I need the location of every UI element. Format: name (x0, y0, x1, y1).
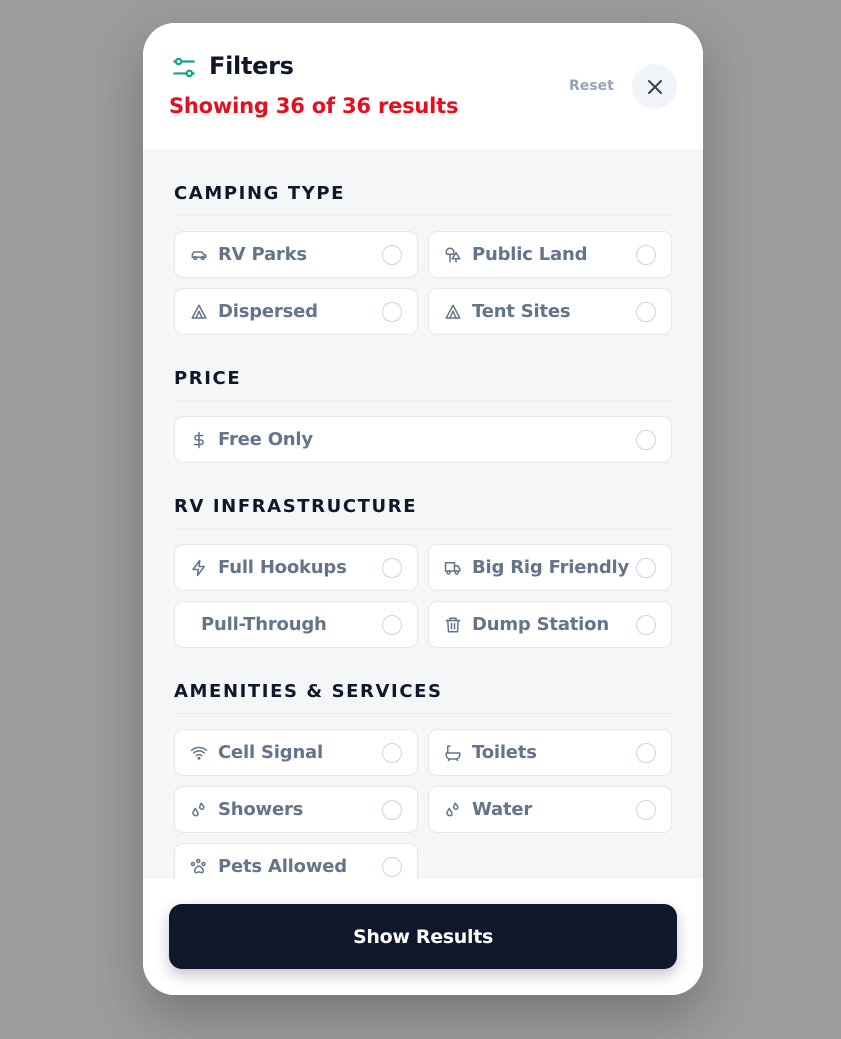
radio-button[interactable] (382, 245, 402, 265)
results-count: Showing 36 of 36 results (169, 94, 459, 118)
option-showers[interactable]: Showers (174, 786, 418, 833)
modal-header: Filters Showing 36 of 36 results Reset (143, 23, 703, 149)
section-title-price: PRICE (174, 368, 242, 389)
trash-icon (444, 616, 462, 634)
option-label: Big Rig Friendly (472, 557, 630, 578)
radio-button[interactable] (636, 302, 656, 322)
droplets-icon (190, 801, 208, 819)
option-label: Tent Sites (472, 301, 571, 322)
radio-button[interactable] (636, 558, 656, 578)
option-label: Pets Allowed (218, 856, 347, 877)
close-button[interactable] (632, 64, 677, 109)
option-free-only[interactable]: Free Only (174, 416, 672, 463)
option-label: Free Only (218, 429, 313, 450)
radio-button[interactable] (382, 558, 402, 578)
tent-icon (444, 303, 462, 321)
radio-button[interactable] (382, 302, 402, 322)
option-cell-signal[interactable]: Cell Signal (174, 729, 418, 776)
modal-footer: Show Results (143, 879, 703, 995)
filters-modal: Filters Showing 36 of 36 results Reset C… (143, 23, 703, 995)
car-icon (190, 246, 208, 264)
option-big-rig-friendly[interactable]: Big Rig Friendly (428, 544, 672, 591)
tent-icon (190, 303, 208, 321)
option-label: RV Parks (218, 244, 307, 265)
lightning-icon (190, 559, 208, 577)
option-label: Cell Signal (218, 742, 323, 763)
radio-button[interactable] (382, 743, 402, 763)
section-title-rv-infrastructure: RV INFRASTRUCTURE (174, 496, 418, 517)
section-title-camping-type: CAMPING TYPE (174, 183, 346, 204)
divider (174, 400, 672, 401)
wifi-icon (190, 744, 208, 762)
radio-button[interactable] (382, 800, 402, 820)
option-pull-through[interactable]: Pull-Through (174, 601, 418, 648)
dollar-icon (190, 431, 208, 449)
trees-icon (444, 246, 462, 264)
option-label: Pull-Through (201, 614, 327, 635)
paw-icon (190, 858, 208, 876)
divider (174, 215, 672, 216)
option-label: Dispersed (218, 301, 318, 322)
radio-button[interactable] (636, 615, 656, 635)
reset-button[interactable]: Reset (569, 78, 614, 94)
option-label: Full Hookups (218, 557, 347, 578)
close-icon (646, 78, 664, 96)
radio-button[interactable] (636, 800, 656, 820)
truck-icon (444, 559, 462, 577)
filters-body[interactable]: CAMPING TYPE RV Parks Public Land Disper… (143, 149, 703, 879)
radio-button[interactable] (382, 615, 402, 635)
divider (174, 713, 672, 714)
droplets-icon (444, 801, 462, 819)
option-dispersed[interactable]: Dispersed (174, 288, 418, 335)
option-label: Public Land (472, 244, 588, 265)
radio-button[interactable] (636, 245, 656, 265)
option-tent-sites[interactable]: Tent Sites (428, 288, 672, 335)
page-title: Filters (209, 52, 294, 80)
option-water[interactable]: Water (428, 786, 672, 833)
option-label: Toilets (472, 742, 537, 763)
option-rv-parks[interactable]: RV Parks (174, 231, 418, 278)
option-public-land[interactable]: Public Land (428, 231, 672, 278)
option-pets-allowed[interactable]: Pets Allowed (174, 843, 418, 879)
option-toilets[interactable]: Toilets (428, 729, 672, 776)
option-label: Water (472, 799, 533, 820)
option-label: Showers (218, 799, 304, 820)
option-label: Dump Station (472, 614, 609, 635)
radio-button[interactable] (382, 857, 402, 877)
radio-button[interactable] (636, 743, 656, 763)
sliders-icon (171, 55, 197, 81)
section-title-amenities: AMENITIES & SERVICES (174, 681, 443, 702)
show-results-button[interactable]: Show Results (169, 904, 677, 969)
option-full-hookups[interactable]: Full Hookups (174, 544, 418, 591)
bath-icon (444, 744, 462, 762)
divider (174, 528, 672, 529)
radio-button[interactable] (636, 430, 656, 450)
option-dump-station[interactable]: Dump Station (428, 601, 672, 648)
